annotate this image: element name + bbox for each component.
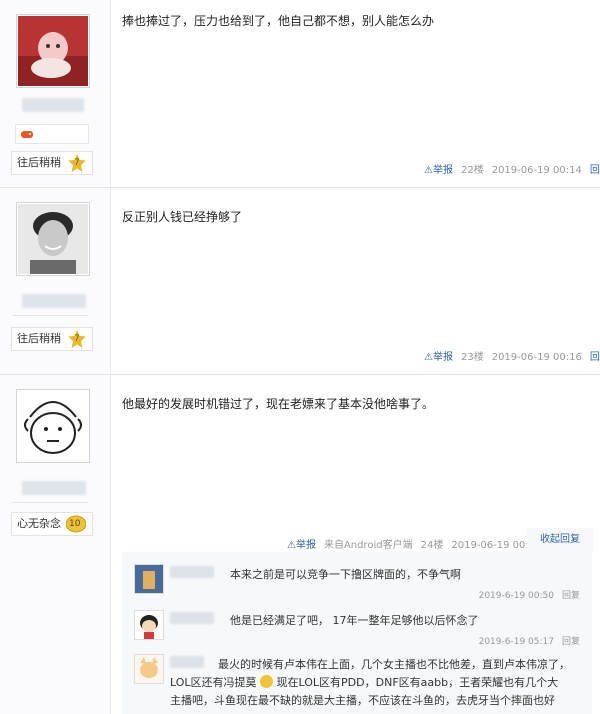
level-star-icon: 7 — [68, 330, 86, 348]
sub-reply-username-blurred[interactable] — [170, 612, 214, 624]
sub-reply-text-line3: 主播吧，斗鱼现在最不缺的就是大主播，不应该在斗鱼的，去虎牙当个摔面也好 — [170, 694, 555, 707]
character-avatar-icon — [135, 565, 163, 593]
collapse-reply-button[interactable]: 收起回复 — [527, 528, 593, 552]
user-sidebar: 往后稍稍 7 — [0, 188, 111, 374]
level-number: 7 — [74, 158, 80, 168]
sub-reply-item: 最火的时候有卢本伟在上面，几个女主播也不比他差，直到卢本伟凉了， LOL区还有冯… — [134, 654, 584, 714]
anime-girl-avatar-icon — [18, 16, 88, 86]
avatar[interactable] — [16, 14, 90, 88]
avatar[interactable] — [16, 202, 90, 276]
sub-reply-avatar[interactable] — [134, 610, 164, 640]
floor-number: 24楼 — [420, 540, 444, 551]
username-blurred[interactable] — [22, 294, 86, 308]
reply-link[interactable]: 回复 — [590, 165, 600, 176]
post-floor-22: 往后稍稍 7 捧也捧过了，压力也给到了，他自己都不想，别人能怎么办 ⚠举报 22楼… — [0, 0, 600, 188]
sub-reply-time: 2019-6-19 05:17 — [478, 637, 554, 647]
post-meta: ⚠举报 23楼 2019-06-19 00:16 回复 — [424, 348, 600, 363]
username-blurred[interactable] — [22, 481, 86, 495]
user-sidebar: 心无杂念 10 — [0, 375, 111, 714]
post-time: 2019-06-19 00:14 — [491, 165, 582, 176]
floor-number: 22楼 — [460, 165, 484, 176]
level-star-icon: 7 — [68, 154, 86, 172]
game-badge — [15, 124, 89, 144]
sub-reply-username-blurred[interactable] — [170, 656, 204, 668]
report-link[interactable]: ⚠举报 — [287, 540, 316, 551]
cartoon-boy-avatar-icon — [135, 611, 163, 639]
sub-reply-time: 2019-6-19 00:50 — [478, 591, 554, 601]
post-content: 反正别人钱已经挣够了 — [122, 210, 243, 224]
sub-reply-avatar[interactable] — [134, 654, 164, 684]
level-number: 7 — [74, 334, 80, 344]
level-name: 往后稍稍 — [17, 156, 61, 169]
post-meta: ⚠举报 22楼 2019-06-19 00:14 回复 — [424, 161, 600, 176]
post-meta: ⚠举报 来自Android客户端 24楼 2019-06-19 00:17 — [287, 536, 542, 551]
post-content: 捧也捧过了，压力也给到了，他自己都不想，别人能怎么办 — [122, 14, 435, 28]
sub-reply-meta: 2019-6-19 05:17 回复 — [479, 634, 580, 647]
user-sidebar: 往后稍稍 7 — [0, 0, 111, 187]
level-badge[interactable]: 往后稍稍 7 — [11, 327, 93, 351]
sub-reply-text-line1: 最火的时候有卢本伟在上面，几个女主播也不比他差，直到卢本伟凉了， — [218, 658, 570, 671]
divider-line — [12, 315, 88, 316]
level-number: 10 — [69, 519, 81, 529]
anime-cat-girl-avatar-icon — [135, 655, 163, 683]
man-photo-avatar-icon — [18, 204, 88, 274]
sub-reply-text: 本来之前是可以竞争一下撸区牌面的，不争气啊 — [230, 568, 461, 581]
sub-reply-item: 他是已经满足了吧， 17年一整年足够他以后怀念了 2019-6-19 05:17… — [134, 610, 584, 654]
post-content: 他最好的发展时机错过了，现在老嫖来了基本没他啥事了。 — [122, 397, 435, 411]
divider-line — [12, 502, 88, 503]
report-link[interactable]: ⚠举报 — [424, 352, 453, 363]
sub-reply-meta: 2019-6-19 00:50 回复 — [479, 588, 580, 601]
level-name: 往后稍稍 — [17, 332, 61, 345]
client-source: 来自Android客户端 — [323, 540, 413, 551]
sub-reply-reply-link[interactable]: 回复 — [562, 591, 580, 601]
level-coin-icon: 10 — [65, 515, 87, 533]
sub-reply-text: 他是已经满足了吧， 17年一整年足够他以后怀念了 — [230, 614, 479, 627]
sub-reply-item: 本来之前是可以竞争一下撸区牌面的，不争气啊 2019-6-19 00:50 回复 — [134, 564, 584, 608]
sub-reply-reply-link[interactable]: 回复 — [562, 637, 580, 647]
report-link[interactable]: ⚠举报 — [424, 165, 453, 176]
cartoon-face-avatar-icon — [18, 391, 88, 461]
sub-reply-panel: 本来之前是可以竞争一下撸区牌面的，不争气啊 2019-6-19 00:50 回复 … — [122, 552, 592, 714]
level-name: 心无杂念 — [17, 517, 61, 530]
sub-reply-text-line2: LOL区还有冯提莫 现在LOL区有PDD，DNF区有aabb，王者荣耀也有几个大 — [170, 675, 559, 689]
floor-number: 23楼 — [460, 352, 484, 363]
level-badge[interactable]: 往后稍稍 7 — [11, 151, 93, 175]
sub-reply-username-blurred[interactable] — [170, 566, 214, 578]
username-blurred[interactable] — [22, 98, 84, 112]
post-time: 2019-06-19 00:16 — [491, 352, 582, 363]
avatar[interactable] — [16, 389, 90, 463]
level-badge[interactable]: 心无杂念 10 — [11, 512, 93, 536]
post-floor-23: 往后稍稍 7 反正别人钱已经挣够了 ⚠举报 23楼 2019-06-19 00:16… — [0, 188, 600, 375]
reply-link[interactable]: 回复 — [590, 352, 600, 363]
sub-reply-avatar[interactable] — [134, 564, 164, 594]
smile-emoji-icon — [260, 675, 274, 688]
gamepad-icon — [21, 131, 33, 138]
